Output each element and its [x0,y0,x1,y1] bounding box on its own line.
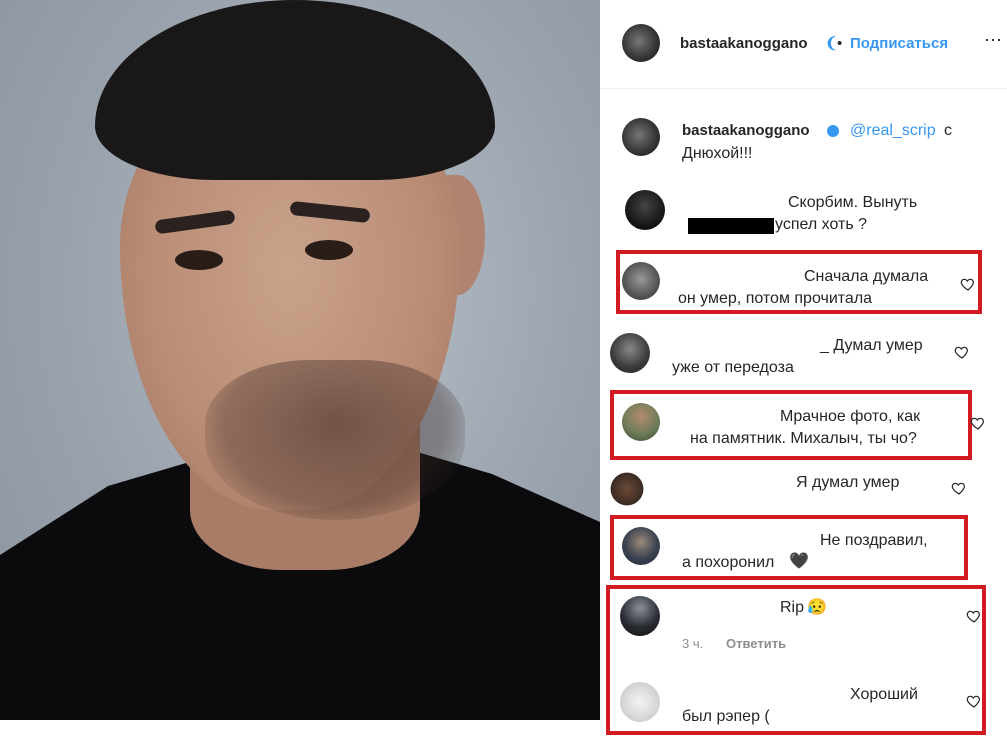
avatar[interactable] [620,596,660,636]
avatar[interactable] [622,118,660,156]
comment-text: а похоронил [682,554,775,571]
heart-icon[interactable] [966,608,982,624]
photo-eye-right [305,240,353,260]
avatar[interactable] [622,262,660,300]
verified-badge-icon: ❨ [825,35,838,52]
avatar[interactable] [622,527,660,565]
heart-icon[interactable] [966,693,982,709]
comment-text: был рэпер ( [682,708,770,725]
reply-button[interactable]: Ответить [726,636,786,651]
follow-button[interactable]: Подписаться [850,35,948,52]
comment-time: 3 ч. [682,636,704,651]
heart-icon[interactable] [960,276,976,292]
sad-emoji-icon: 😥 [807,599,827,616]
avatar[interactable] [622,24,660,62]
caption-username[interactable]: bastaakanoggano [682,122,810,139]
photo-eye-left [175,250,223,270]
heart-icon[interactable] [954,344,970,360]
comment-text: Сначала думала [804,268,929,285]
post-header: bastaakanoggano ❨ • Подписаться ⋯ [600,0,1007,89]
caption-mention[interactable]: @real_scrip [850,120,936,141]
post-photo [0,0,600,720]
comment-text: уже от передоза [672,359,794,376]
comment-text: Rip [780,599,805,616]
comment-text: _ Думал умер [820,337,923,354]
comment-text: Хороший [850,686,918,703]
comment-text: на памятник. Михалыч, ты чо? [690,430,917,447]
caption-text-2: Днюхой!!! [682,145,753,162]
comment-text: Не поздравил, [820,532,928,549]
comment-text: Мрачное фото, как [780,408,921,425]
redaction-bar [688,218,774,234]
comment-text: успел хоть ? [775,216,868,233]
avatar[interactable] [620,682,660,722]
more-options-icon[interactable]: ⋯ [984,30,1002,51]
photo-beard [205,360,465,520]
header-dot: • [837,35,843,52]
verified-badge-icon [827,125,839,137]
header-username[interactable]: bastaakanoggano [680,35,808,52]
heart-icon[interactable] [970,415,986,431]
caption-text-1: с [944,122,952,139]
avatar[interactable] [610,333,650,373]
photo-hair [95,0,495,180]
comment-text: Скорбим. Вынуть [788,194,918,211]
comment-text: Я думал умер [796,474,900,491]
avatar[interactable] [622,403,660,441]
black-heart-icon: 🖤 [789,553,809,570]
avatar[interactable] [608,470,646,508]
avatar[interactable] [625,190,665,230]
heart-icon[interactable] [951,480,967,496]
comments-panel: bastaakanoggano ❨ • Подписаться ⋯ bastaa… [600,0,1007,741]
comment-text: он умер, потом прочитала [678,290,873,307]
